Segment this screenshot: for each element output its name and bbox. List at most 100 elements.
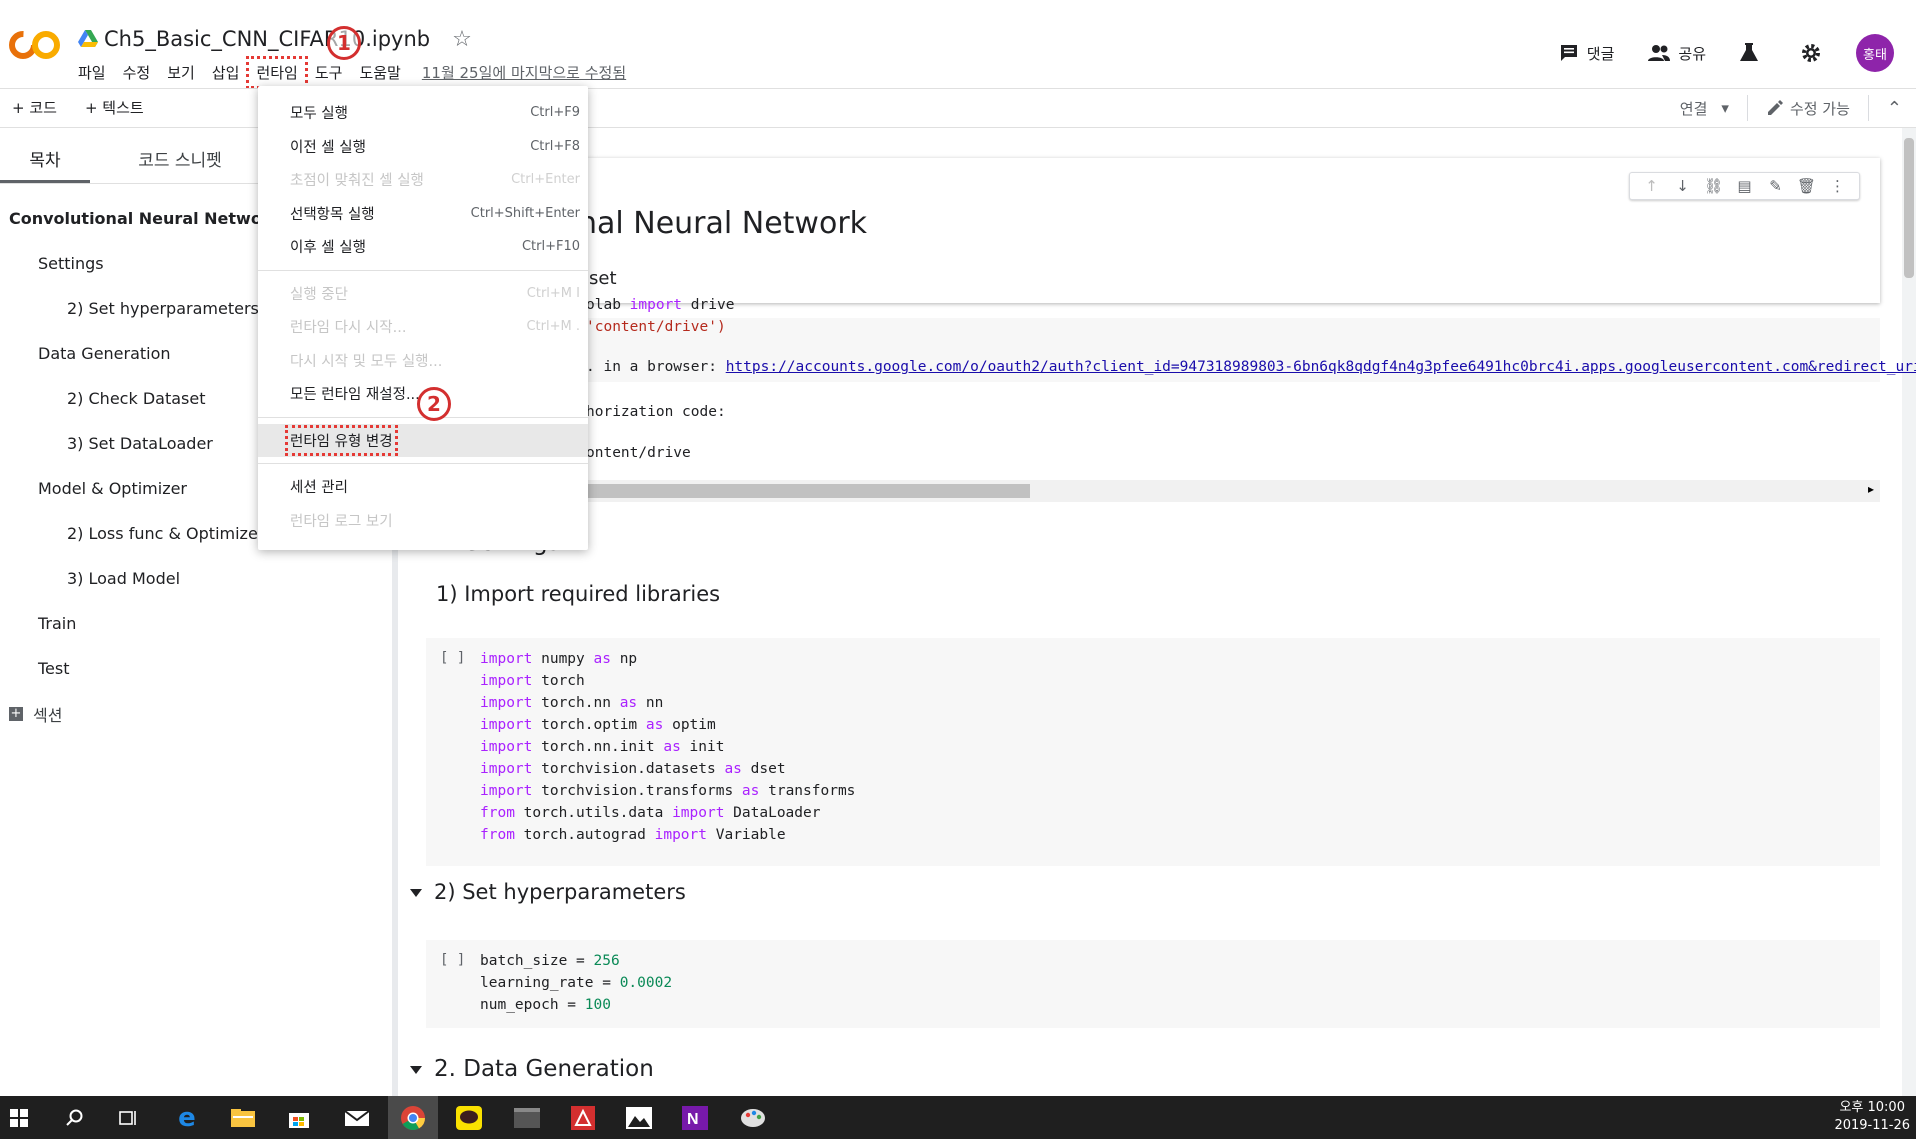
section-data-generation[interactable]: 2. Data Generation <box>410 1056 654 1082</box>
colab-logo-icon[interactable] <box>8 28 62 62</box>
menu-file[interactable]: 파일 <box>72 60 112 85</box>
scroll-right-arrow-icon[interactable]: ▸ <box>1868 482 1874 496</box>
plus-box-icon: + <box>9 705 23 721</box>
mail-icon[interactable] <box>342 1103 372 1133</box>
imports-code-block: import numpy as np import torch import tor… <box>480 648 855 846</box>
subsection-import-libraries: 1) Import required libraries <box>436 582 721 606</box>
code-line: import torch <box>480 673 585 689</box>
notebook-title[interactable]: Ch5_Basic_CNN_CIFAR10.ipynb <box>104 27 430 51</box>
caret-down-icon[interactable] <box>410 889 422 897</box>
auth-url-link[interactable]: https://accounts.google.com/o/oauth2/aut… <box>726 359 1916 375</box>
menu-change-runtime-type[interactable]: 런타임 유형 변경 <box>258 423 588 457</box>
avatar[interactable]: 홍태 <box>1856 34 1894 72</box>
move-down-icon[interactable]: ↓ <box>1667 177 1698 195</box>
windows-taskbar: e N 오후 10:00 2019-11-26 <box>0 1096 1916 1139</box>
add-text-button[interactable]: + 텍스트 <box>85 97 144 118</box>
menu-run-focused-cell: 초점이 맞춰진 셀 실행 Ctrl+Enter <box>290 172 580 190</box>
terminal-icon[interactable] <box>512 1103 542 1133</box>
vertical-scrollbar[interactable] <box>1902 128 1916 1096</box>
menu-run-selection[interactable]: 선택항목 실행 Ctrl+Shift+Enter <box>258 197 588 231</box>
experiment-button[interactable] <box>1740 43 1766 63</box>
toolbar-right: 연결 ▾ 수정 가능 ⌃ <box>1680 95 1902 121</box>
menu-runtime[interactable]: 런타임 <box>246 55 308 89</box>
last-edited-link[interactable]: 11월 25일에 마지막으로 수정됨 <box>422 62 626 83</box>
colab-window: { "header": { "doc_title": "Ch5_Basic_CN… <box>0 0 1916 1139</box>
store-icon[interactable] <box>284 1103 314 1133</box>
annotation-marker-1: 1 <box>327 26 361 60</box>
search-icon[interactable] <box>60 1103 90 1133</box>
link-icon[interactable]: ⛓ <box>1698 177 1729 195</box>
toc-item-load-model[interactable]: 3) Load Model <box>0 556 392 601</box>
move-up-icon[interactable]: ↑ <box>1636 177 1667 195</box>
task-view-icon[interactable] <box>114 1103 144 1133</box>
app-header: Ch5_Basic_CNN_CIFAR10.ipynb ☆ 파일 수정 보기 삽… <box>0 0 1916 89</box>
code-line: import numpy as np <box>480 651 638 667</box>
menu-edit[interactable]: 수정 <box>117 60 157 85</box>
clock-date: 2019-11-26 <box>1834 1118 1910 1133</box>
photos-icon[interactable] <box>624 1103 654 1133</box>
kakaotalk-icon[interactable] <box>454 1103 484 1133</box>
code-line: import torchvision.transforms as transfo… <box>480 783 856 799</box>
output-auth-code-line: horization code: <box>586 404 726 420</box>
file-explorer-icon[interactable] <box>228 1103 258 1133</box>
code-line: from torch.autograd import Variable <box>480 827 786 843</box>
menu-view-runtime-logs: 런타임 로그 보기 <box>290 513 393 530</box>
edit-cell-icon[interactable]: ✎ <box>1760 177 1791 195</box>
run-cell-button-2[interactable]: [ ] <box>440 952 465 968</box>
menu-run-all[interactable]: 모두 실행 Ctrl+F9 <box>258 96 588 130</box>
connect-button[interactable]: 연결 <box>1680 98 1708 119</box>
star-icon[interactable]: ☆ <box>452 27 472 52</box>
subsection-set-hyperparameters[interactable]: 2) Set hyperparameters <box>410 880 686 904</box>
menu-tools[interactable]: 도구 <box>309 60 349 85</box>
menu-run-before[interactable]: 이전 셀 실행 Ctrl+F8 <box>258 130 588 164</box>
menu-view[interactable]: 보기 <box>161 60 201 85</box>
edit-mode-label[interactable]: 수정 가능 <box>1790 98 1850 119</box>
settings-button[interactable] <box>1800 42 1830 64</box>
add-code-button[interactable]: + 코드 <box>12 97 57 118</box>
delete-cell-icon[interactable]: 🗑 <box>1791 177 1822 195</box>
onenote-icon[interactable]: N <box>680 1103 710 1133</box>
more-options-icon[interactable]: ⋮ <box>1822 177 1853 195</box>
paint-icon[interactable] <box>738 1103 768 1133</box>
mount-code-line2: 'content/drive') <box>586 319 726 335</box>
title-text-cell[interactable]: nal Neural Network aset ↑ ↓ ⛓ ▤ ✎ 🗑 ⋮ <box>434 158 1880 303</box>
menu-restart-runtime: 런타임 다시 시작... Ctrl+M . <box>290 319 580 337</box>
acrobat-icon[interactable] <box>568 1103 598 1133</box>
toc-item-train[interactable]: Train <box>0 601 392 646</box>
share-button[interactable]: 공유 <box>1648 43 1706 64</box>
vertical-scroll-thumb[interactable] <box>1904 138 1914 278</box>
toc-item-test[interactable]: Test <box>0 646 392 691</box>
collapse-header-icon[interactable]: ⌃ <box>1887 98 1902 119</box>
output-auth-line: . in a browser: https://accounts.google.… <box>586 356 1916 378</box>
add-section-button[interactable]: + 섹션 <box>0 691 392 736</box>
tab-toc[interactable]: 목차 <box>0 128 90 183</box>
menu-bar: 파일 수정 보기 삽입 런타임 도구 도움말 11월 25일에 마지막으로 수정… <box>72 55 626 89</box>
caret-down-icon-2[interactable] <box>410 1065 422 1074</box>
menu-insert[interactable]: 삽입 <box>206 60 246 85</box>
notebook-heading: nal Neural Network <box>578 206 868 241</box>
output-horizontal-scrollbar[interactable]: ▸ <box>434 480 1880 502</box>
comment-button[interactable]: 댓글 <box>1559 43 1614 64</box>
run-cell-button[interactable]: [ ] <box>440 650 465 666</box>
flask-icon <box>1740 43 1758 61</box>
edge-browser-icon[interactable]: e <box>172 1103 202 1133</box>
google-drive-icon <box>78 30 98 47</box>
system-clock[interactable]: 오후 10:00 2019-11-26 <box>1834 1099 1910 1135</box>
doc-title-row: Ch5_Basic_CNN_CIFAR10.ipynb ☆ <box>78 24 472 54</box>
chrome-icon[interactable] <box>388 1096 438 1139</box>
menu-manage-sessions[interactable]: 세션 관리 <box>258 470 588 504</box>
windows-start-icon[interactable] <box>4 1103 34 1133</box>
code-line: num_epoch = 100 <box>480 997 611 1013</box>
share-label: 공유 <box>1678 44 1706 63</box>
menu-help[interactable]: 도움말 <box>353 60 406 85</box>
menu-run-after[interactable]: 이후 셀 실행 Ctrl+F10 <box>258 230 588 264</box>
code-line: from torch.utils.data import DataLoader <box>480 805 821 821</box>
menu-separator-3 <box>258 463 588 464</box>
comment-cell-icon[interactable]: ▤ <box>1729 177 1760 195</box>
tab-code-snippets[interactable]: 코드 스니펫 <box>90 128 270 183</box>
code-line: batch_size = 256 <box>480 953 620 969</box>
mount-code-line1: olab import drive <box>586 297 735 313</box>
people-icon <box>1648 45 1671 61</box>
connect-dropdown-icon[interactable]: ▾ <box>1721 99 1729 117</box>
clock-time: 오후 10:00 <box>1839 1100 1905 1115</box>
